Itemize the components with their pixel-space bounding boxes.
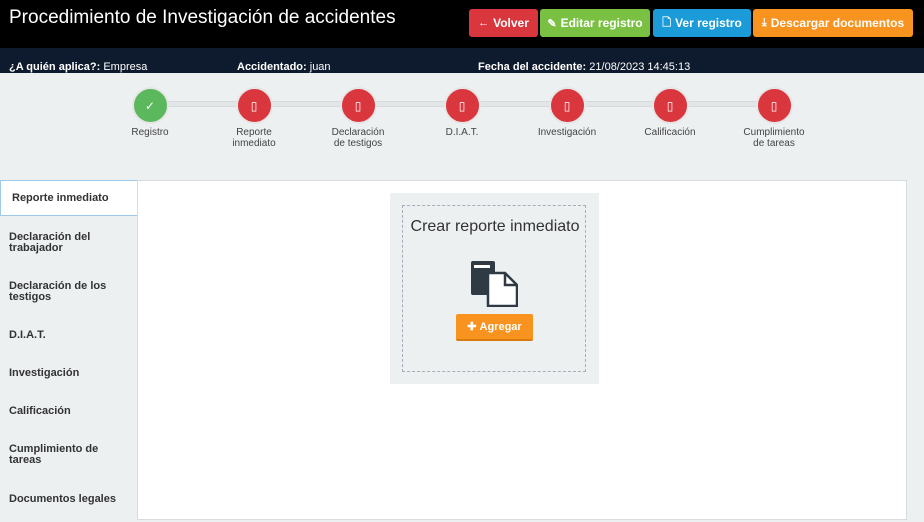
descargar-documentos-button[interactable]: ⤓ Descargar documentos: [753, 9, 913, 37]
pencil-icon: ✎: [547, 17, 556, 30]
content-panel: Crear reporte inmediato ✚ Agregar: [137, 180, 907, 520]
info-bar: ¿A quién aplica?: Empresa Accidentado: j…: [0, 48, 924, 73]
fecha-label: Fecha del accidente:: [478, 61, 586, 73]
sidebar: Reporte inmediato Declaración del trabaj…: [0, 180, 137, 522]
step-registro[interactable]: ✓ Registro: [105, 87, 195, 138]
step-calificacion[interactable]: ▯ Calificación: [625, 87, 715, 138]
pdf-file-icon: 🗋: [662, 14, 671, 33]
accidentado-value: juan: [310, 61, 331, 73]
aplica-label: ¿A quién aplica?:: [9, 61, 100, 73]
descargar-label: Descargar documentos: [771, 16, 904, 30]
step-label: Calificación: [625, 127, 715, 138]
step-label: Registro: [105, 127, 195, 138]
sidebar-item-declaracion-testigos[interactable]: Declaración de los testigos: [0, 281, 110, 303]
step-label: D.I.A.T.: [417, 127, 507, 138]
file-icon: ▯: [549, 87, 586, 124]
ver-label: Ver registro: [675, 16, 742, 30]
file-icon: ▯: [756, 87, 793, 124]
step-diat[interactable]: ▯ D.I.A.T.: [417, 87, 507, 138]
accidentado-label: Accidentado:: [237, 61, 307, 73]
sidebar-item-label: Investigación: [9, 367, 79, 379]
sidebar-item-label: Declaración de los testigos: [9, 280, 106, 303]
top-bar: Procedimiento de Investigación de accide…: [0, 0, 924, 48]
aplica-value: Empresa: [103, 61, 147, 73]
sidebar-item-declaracion-trabajador[interactable]: Declaración del trabajador: [0, 232, 100, 254]
documents-icon: [471, 261, 518, 307]
file-icon: ▯: [444, 87, 481, 124]
sidebar-item-label: D.I.A.T.: [9, 329, 46, 341]
fecha-value: 21/08/2023 14:45:13: [589, 61, 690, 73]
download-icon: ⤓: [762, 17, 767, 30]
volver-button[interactable]: ← Volver: [469, 9, 538, 37]
volver-label: Volver: [493, 16, 529, 30]
sidebar-item-calificacion[interactable]: Calificación: [0, 406, 137, 417]
card-title: Crear reporte inmediato: [403, 218, 587, 236]
sidebar-item-investigacion[interactable]: Investigación: [0, 368, 137, 379]
page-title: Procedimiento de Investigación de accide…: [9, 7, 396, 29]
sidebar-item-reporte-inmediato[interactable]: Reporte inmediato: [0, 180, 137, 216]
create-report-card: Crear reporte inmediato ✚ Agregar: [390, 193, 599, 384]
sidebar-item-documentos-legales[interactable]: Documentos legales: [0, 494, 137, 505]
aplica-info: ¿A quién aplica?: Empresa: [9, 61, 147, 73]
accidentado-info: Accidentado: juan: [237, 61, 331, 73]
step-label: Reporte inmediato: [229, 127, 279, 149]
ver-registro-button[interactable]: 🗋 Ver registro: [653, 9, 751, 37]
sidebar-item-label: Declaración del trabajador: [9, 231, 90, 254]
check-icon: ✓: [132, 87, 169, 124]
sidebar-item-cumplimiento-tareas[interactable]: Cumplimiento de tareas: [0, 444, 100, 466]
step-label: Cumplimiento de tareas: [741, 127, 807, 149]
sidebar-item-label: Calificación: [9, 405, 71, 417]
fecha-info: Fecha del accidente: 21/08/2023 14:45:13: [478, 61, 690, 73]
file-icon: ▯: [236, 87, 273, 124]
step-reporte-inmediato[interactable]: ▯ Reporte inmediato: [209, 87, 299, 149]
file-icon: ▯: [652, 87, 689, 124]
agregar-button[interactable]: ✚ Agregar: [456, 314, 533, 341]
step-investigacion[interactable]: ▯ Investigación: [522, 87, 612, 138]
agregar-label: Agregar: [480, 321, 522, 333]
file-icon: ▯: [340, 87, 377, 124]
step-label: Declaración de testigos: [328, 127, 388, 149]
arrow-left-icon: ←: [478, 17, 489, 29]
dropzone: Crear reporte inmediato ✚ Agregar: [402, 205, 586, 372]
sidebar-item-label: Cumplimiento de tareas: [9, 443, 98, 466]
editar-registro-button[interactable]: ✎ Editar registro: [540, 9, 650, 37]
progress-steps: ✓ Registro ▯ Reporte inmediato ▯ Declara…: [0, 73, 924, 180]
sidebar-item-diat[interactable]: D.I.A.T.: [0, 330, 137, 341]
editar-label: Editar registro: [561, 16, 643, 30]
step-declaracion-testigos[interactable]: ▯ Declaración de testigos: [313, 87, 403, 149]
step-label: Investigación: [522, 127, 612, 138]
sidebar-item-label: Documentos legales: [9, 493, 116, 505]
sidebar-item-label: Reporte inmediato: [12, 193, 109, 204]
plus-icon: ✚: [467, 320, 476, 333]
step-cumplimiento-tareas[interactable]: ▯ Cumplimiento de tareas: [729, 87, 819, 149]
